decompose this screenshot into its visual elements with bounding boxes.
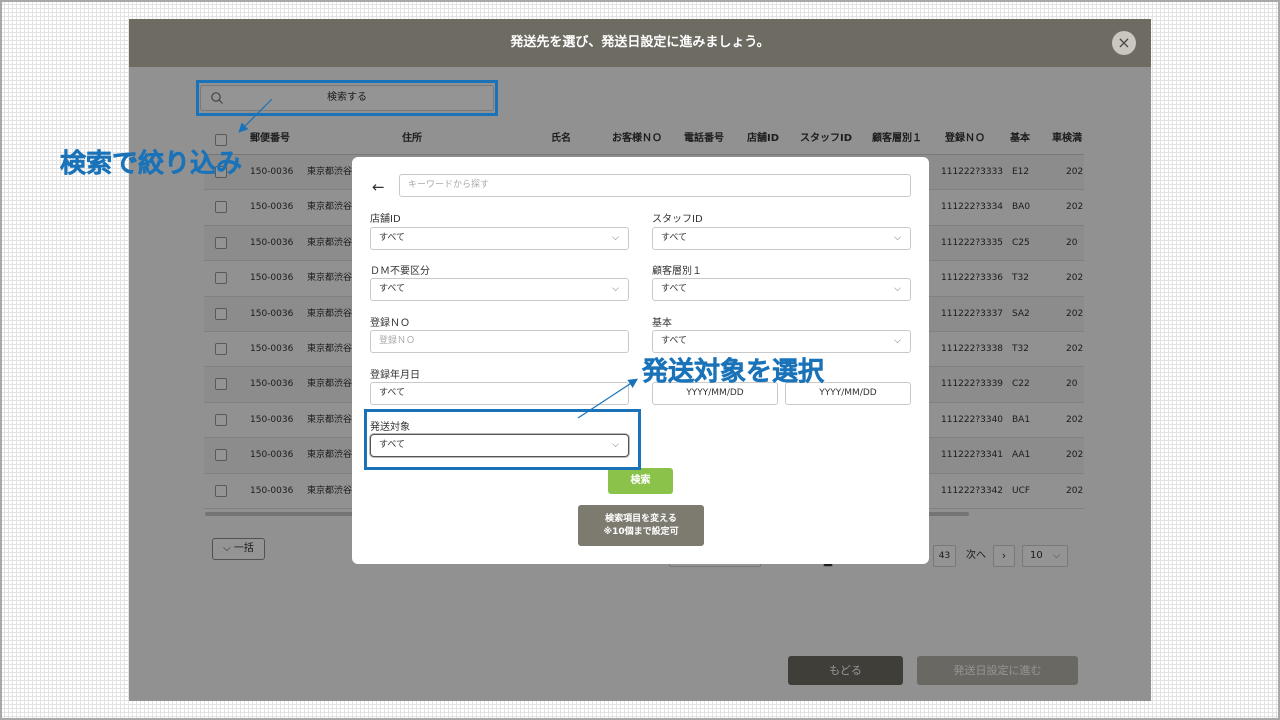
store-id-select[interactable]: すべて ⌵ <box>370 227 629 250</box>
search-modal: ← キーワードから探す 店舗ID すべて ⌵ スタッフID すべて ⌵ ＤＭ不要区分… <box>352 157 929 564</box>
chevron-down-icon: ⌵ <box>894 233 901 243</box>
chevron-down-icon: ⌵ <box>612 233 619 243</box>
basic-select[interactable]: すべて ⌵ <box>652 330 911 353</box>
reg-date-label: 登録年月日 <box>370 370 420 381</box>
change-fields-button[interactable]: 検索項目を変える ※10個まで設定可 <box>578 505 704 546</box>
store-id-value: すべて <box>379 233 406 243</box>
change-fields-note: ※10個まで設定可 <box>603 527 679 537</box>
annotation-filter: 検索で絞り込み <box>60 149 243 180</box>
chevron-down-icon: ⌵ <box>612 284 619 294</box>
basic-label: 基本 <box>652 318 672 329</box>
annotation-target: 発送対象を選択 <box>642 357 825 388</box>
dm-value: すべて <box>379 284 406 294</box>
dm-select[interactable]: すべて ⌵ <box>370 278 629 301</box>
segment-select[interactable]: すべて ⌵ <box>652 278 911 301</box>
staff-id-select[interactable]: すべて ⌵ <box>652 227 911 250</box>
chevron-down-icon: ⌵ <box>894 336 901 346</box>
staff-id-value: すべて <box>661 233 688 243</box>
dm-label: ＤＭ不要区分 <box>370 266 430 277</box>
search-submit-button[interactable]: 検索 <box>608 468 673 494</box>
keyword-search-input[interactable]: キーワードから探す <box>399 174 911 197</box>
reg-no-input[interactable]: 登録ＮＯ <box>370 330 629 353</box>
change-fields-label: 検索項目を変える <box>605 514 677 524</box>
back-arrow-icon[interactable]: ← <box>372 178 385 196</box>
reg-date-input[interactable]: すべて <box>370 382 629 405</box>
target-highlight-box <box>364 409 641 470</box>
close-icon[interactable]: × <box>1112 31 1136 55</box>
store-id-label: 店舗ID <box>370 214 401 225</box>
window-title: 発送先を選び、発送日設定に進みましょう。 <box>510 35 770 50</box>
basic-value: すべて <box>661 336 688 346</box>
segment-value: すべて <box>661 284 688 294</box>
reg-no-label: 登録ＮＯ <box>370 318 410 329</box>
staff-id-label: スタッフID <box>652 214 703 225</box>
chevron-down-icon: ⌵ <box>894 284 901 294</box>
search-highlight-box <box>196 80 498 116</box>
segment-label: 顧客層別１ <box>652 266 702 277</box>
